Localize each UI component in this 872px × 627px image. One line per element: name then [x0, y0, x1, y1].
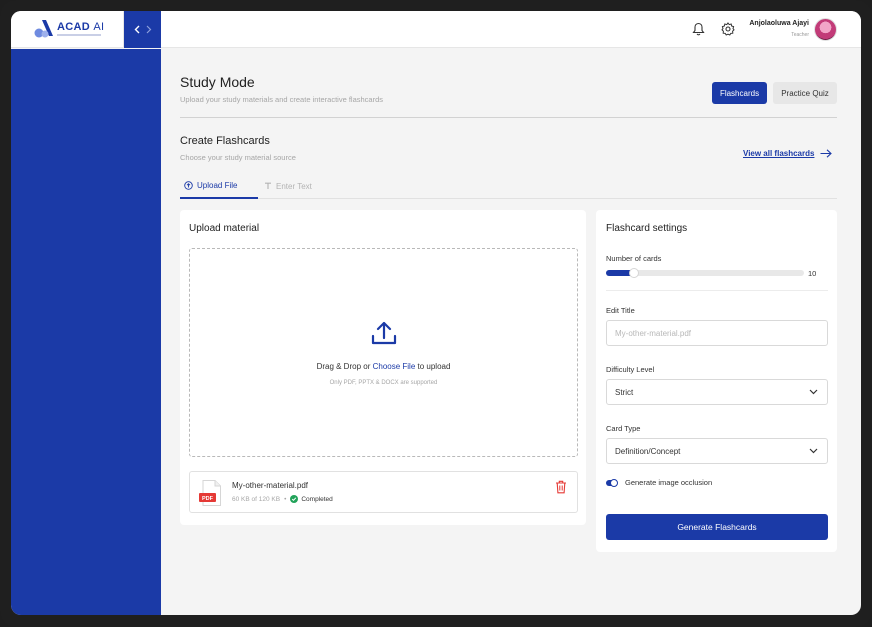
view-all-flashcards-link[interactable]: View all flashcards — [743, 149, 833, 158]
image-occlusion-row: Generate image occlusion — [606, 478, 712, 487]
gear-icon[interactable] — [721, 22, 735, 36]
tab-enter-text-label: Enter Text — [276, 181, 312, 191]
slider-handle[interactable] — [629, 268, 639, 278]
top-bar: ACAD AI Anjolaoluwa Ajayi Teacher — [11, 11, 861, 48]
difficulty-select[interactable]: Strict — [606, 379, 828, 405]
section-subtitle: Choose your study material source — [180, 153, 296, 162]
edit-title-field[interactable] — [606, 320, 828, 346]
uploaded-file-item: PDF My-other-material.pdf 60 KB of 120 K… — [189, 471, 578, 513]
tab-enter-text[interactable]: Enter Text — [264, 173, 312, 199]
check-circle-icon — [290, 495, 299, 503]
file-name: My-other-material.pdf — [232, 481, 309, 490]
app-screen: ACAD AI Anjolaoluwa Ajayi Teacher Study … — [11, 11, 861, 615]
pdf-file-icon: PDF — [199, 480, 221, 506]
sidebar-toggle-button[interactable] — [124, 11, 161, 48]
page-subtitle: Upload your study materials and create i… — [180, 95, 384, 104]
logo-tagline — [57, 34, 101, 36]
upload-status: Completed — [290, 495, 333, 503]
bell-icon[interactable] — [692, 22, 705, 36]
logo[interactable]: ACAD AI — [11, 11, 124, 48]
source-tabs: Upload File Enter Text — [180, 173, 837, 199]
arrow-right-icon — [820, 149, 833, 158]
generate-flashcards-button[interactable]: Generate Flashcards — [606, 514, 828, 540]
edit-title-label: Edit Title — [606, 306, 635, 315]
upload-icon — [371, 321, 397, 345]
tab-upload-file[interactable]: Upload File — [180, 173, 258, 199]
choose-file-link[interactable]: Choose File — [373, 362, 416, 371]
main-content: Study Mode Upload your study materials a… — [161, 49, 861, 615]
device-frame: ACAD AI Anjolaoluwa Ajayi Teacher Study … — [0, 0, 872, 627]
chevron-left-icon — [134, 25, 139, 34]
card-type-select[interactable]: Definition/Concept — [606, 438, 828, 464]
drop-prefix: Drag & Drop or — [316, 362, 371, 371]
meta-separator-dot: • — [284, 495, 287, 503]
chevron-down-icon — [809, 389, 818, 395]
settings-divider — [606, 290, 828, 291]
user-role: Teacher — [791, 32, 809, 38]
upload-status-label: Completed — [301, 495, 333, 503]
acad-logo-icon — [34, 20, 53, 38]
upload-circle-icon — [184, 180, 193, 190]
upload-card-title: Upload material — [189, 223, 260, 234]
flashcards-mode-button[interactable]: Flashcards — [712, 82, 767, 104]
chevron-down-icon — [809, 448, 818, 454]
chevron-right-icon — [146, 25, 151, 34]
sidebar — [11, 49, 161, 615]
drop-suffix: to upload — [417, 362, 451, 371]
number-of-cards-slider[interactable] — [606, 268, 804, 278]
edit-title-input[interactable] — [615, 328, 827, 338]
user-name: Anjolaoluwa Ajayi — [749, 20, 809, 27]
card-type-value: Definition/Concept — [615, 446, 681, 456]
pdf-badge-text: PDF — [202, 496, 214, 502]
file-meta: 60 KB of 120 KB • Completed — [232, 495, 333, 503]
text-t-icon — [265, 182, 271, 189]
supported-formats-hint: Only PDF, PPTX & DOCX are supported — [329, 380, 438, 386]
number-of-cards-label: Number of cards — [606, 254, 662, 263]
tab-upload-file-label: Upload File — [197, 180, 238, 190]
header-divider — [180, 117, 837, 118]
difficulty-value: Strict — [615, 387, 634, 397]
trash-icon[interactable] — [555, 480, 567, 494]
logo-text: ACAD AI — [57, 21, 105, 33]
avatar[interactable] — [814, 18, 837, 41]
card-type-label: Card Type — [606, 424, 641, 433]
difficulty-level-label: Difficulty Level — [606, 365, 655, 374]
section-title: Create Flashcards — [180, 135, 270, 147]
upload-material-card: Upload material Drag & Drop or Choose Fi… — [180, 210, 586, 525]
flashcard-settings-card: Flashcard settings Number of cards 10 Ed… — [596, 210, 837, 552]
view-all-label: View all flashcards — [743, 149, 815, 158]
image-occlusion-label: Generate image occlusion — [625, 478, 713, 487]
number-of-cards-value: 10 — [808, 269, 817, 278]
page-title: Study Mode — [180, 74, 255, 90]
drop-instructions: Drag & Drop or Choose File to upload — [190, 362, 577, 371]
settings-title: Flashcard settings — [606, 223, 688, 234]
practice-quiz-mode-button[interactable]: Practice Quiz — [773, 82, 837, 104]
file-size: 60 KB of 120 KB — [232, 495, 281, 503]
image-occlusion-toggle[interactable] — [606, 478, 618, 487]
file-dropzone[interactable]: Drag & Drop or Choose File to upload Onl… — [189, 248, 578, 457]
